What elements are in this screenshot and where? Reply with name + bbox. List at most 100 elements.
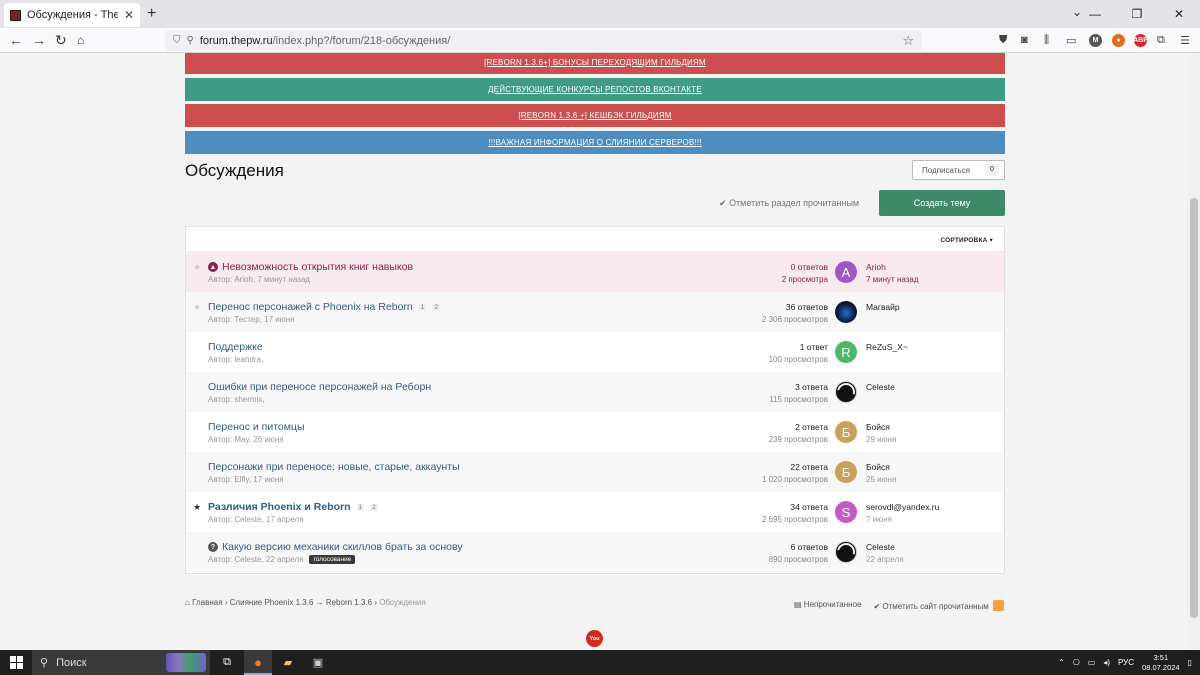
reload-icon[interactable]: ↻ xyxy=(55,32,67,49)
avatar[interactable] xyxy=(835,381,857,403)
breadcrumb-home[interactable]: Главная xyxy=(192,598,222,607)
task-view-icon[interactable]: ⧉ xyxy=(219,654,235,670)
topic-row[interactable]: ★ ▲ Невозможность открытия книг навыков … xyxy=(186,252,1004,292)
avatar[interactable]: R xyxy=(835,341,857,363)
last-post-time[interactable]: 29 июня xyxy=(866,435,896,444)
topic-title-link[interactable]: Персонажи при переносе: новые, старые, а… xyxy=(208,461,460,473)
save-to-pocket-icon[interactable]: ◙ xyxy=(1021,34,1028,46)
sort-label: СОРТИРОВКА xyxy=(940,237,988,244)
view-count: 2 306 просмотров xyxy=(761,315,828,324)
mark-site-read-link[interactable]: ✔ Отметить сайт прочитанным xyxy=(873,598,1005,611)
clock[interactable]: 3:51 08.07.2024 xyxy=(1142,653,1180,673)
page-link[interactable]: 2 xyxy=(432,303,440,311)
network-icon[interactable]: ⎔ xyxy=(1073,658,1080,667)
topic-row[interactable]: Ошибки при переносе персонажей на Реборн… xyxy=(186,372,1004,412)
restore-icon[interactable]: ❐ xyxy=(1116,0,1158,28)
mark-forum-read-link[interactable]: ✔ Отметить раздел прочитанным xyxy=(719,198,859,209)
breadcrumb-parent[interactable]: Слияние Phoenix 1.3.6 → Reborn 1.3.6 xyxy=(230,598,372,607)
follow-button[interactable]: Подписаться 0 xyxy=(912,160,1005,180)
back-icon[interactable]: ← xyxy=(9,32,23,48)
page-scrollbar[interactable] xyxy=(1188,53,1200,650)
sidebar-icon[interactable]: ▭ xyxy=(1066,34,1076,47)
avatar[interactable]: S xyxy=(835,501,857,523)
bookmark-star-icon[interactable]: ☆ xyxy=(902,33,914,49)
taskbar-search[interactable]: ⚲ Поиск xyxy=(32,650,210,675)
account-icon[interactable]: M xyxy=(1089,34,1102,47)
topic-row[interactable]: ★ Перенос персонажей с Phoenix на Reborn… xyxy=(186,292,1004,332)
create-topic-button[interactable]: Создать тему xyxy=(879,190,1005,216)
terminal-icon[interactable]: ▣ xyxy=(310,654,326,670)
topic-row[interactable]: Персонажи при переносе: новые, старые, а… xyxy=(186,452,1004,492)
topic-row[interactable]: ? Какую версию механики скиллов брать за… xyxy=(186,532,1004,572)
shield-icon[interactable]: ⛉ xyxy=(173,35,181,46)
tray-overflow-icon[interactable]: ⌃ xyxy=(1058,658,1065,667)
last-poster-name[interactable]: ReZuS_X~ xyxy=(866,342,908,352)
adblock-icon[interactable]: ABP xyxy=(1133,34,1148,47)
avatar[interactable] xyxy=(835,541,857,563)
unread-link[interactable]: ▤ Непрочитанное xyxy=(794,600,861,609)
topic-title-link[interactable]: Перенос и питомцы xyxy=(208,421,305,433)
avatar[interactable]: Б xyxy=(835,461,857,483)
last-poster-name[interactable]: Бойся xyxy=(866,422,896,432)
url-bar[interactable]: ⛉ ⚲ forum.thepw.ru/index.php?/forum/218-… xyxy=(165,30,922,51)
notice-cashback[interactable]: [REBORN 1.3.6 +] КЕШБЭК ГИЛЬДИЯМ xyxy=(185,104,1005,127)
youtube-icon[interactable]: You xyxy=(586,630,603,647)
scrollbar-thumb[interactable] xyxy=(1190,198,1198,618)
avatar[interactable]: Б xyxy=(835,421,857,443)
last-poster-name[interactable]: Arioh xyxy=(866,262,919,272)
close-tab-icon[interactable]: ✕ xyxy=(124,8,134,22)
topic-title-link[interactable]: ? Какую версию механики скиллов брать за… xyxy=(208,541,463,553)
page-link[interactable]: 1 xyxy=(418,303,427,311)
firefox-icon[interactable]: ● xyxy=(250,654,266,670)
topic-title-link[interactable]: ▲ Невозможность открытия книг навыков xyxy=(208,261,413,273)
battery-icon[interactable]: ▭ xyxy=(1088,658,1096,667)
notifications-icon[interactable]: ▯ xyxy=(1188,658,1192,667)
start-windows-icon[interactable] xyxy=(10,656,23,669)
topic-author-text: Автор: Celeste, 22 апреля xyxy=(208,555,304,564)
notice-repost-contests[interactable]: ДЕЙСТВУЮЩИЕ КОНКУРСЫ РЕПОСТОВ ВКОНТАКТЕ xyxy=(185,78,1005,101)
topic-row[interactable]: Перенос и питомцы Автор: May, 26 июня 2 … xyxy=(186,412,1004,452)
close-window-icon[interactable]: ✕ xyxy=(1158,0,1200,28)
topic-title-link[interactable]: Различия Phoenix и Reborn 12 xyxy=(208,501,378,513)
home-icon[interactable]: ⌂ xyxy=(77,33,84,47)
check-icon: ✔ xyxy=(719,198,727,208)
topic-stats: 34 ответа 2 695 просмотров xyxy=(762,502,828,524)
topic-title-link[interactable]: Перенос персонажей с Phoenix на Reborn 1… xyxy=(208,301,440,313)
rss-icon[interactable] xyxy=(993,600,1005,611)
new-tab-button[interactable]: + xyxy=(147,5,156,23)
topic-title-link[interactable]: Поддержке xyxy=(208,341,263,353)
extension-fox-icon[interactable]: ● xyxy=(1112,34,1125,47)
browser-tab[interactable]: Обсуждения - ThePW [1.3.6+/ ✕ xyxy=(4,3,140,27)
page-link[interactable]: 1 xyxy=(356,503,365,511)
topic-row[interactable]: ★ Различия Phoenix и Reborn 12 Автор: Ce… xyxy=(186,492,1004,532)
last-poster-name[interactable]: Celeste xyxy=(866,542,904,552)
last-poster-name[interactable]: Бойся xyxy=(866,462,896,472)
last-post-time[interactable]: 7 минут назад xyxy=(866,275,919,284)
volume-icon[interactable]: ◂) xyxy=(1103,658,1110,667)
notice-server-merge[interactable]: !!!ВАЖНАЯ ИНФОРМАЦИЯ О СЛИЯНИИ СЕРВЕРОВ!… xyxy=(185,131,1005,154)
page-link[interactable]: 2 xyxy=(370,503,378,511)
topic-title-link[interactable]: Ошибки при переносе персонажей на Реборн xyxy=(208,381,431,393)
sort-dropdown[interactable]: СОРТИРОВКА ▾ xyxy=(940,236,993,244)
avatar[interactable]: A xyxy=(835,261,857,283)
topic-stats: 0 ответов 2 просмотра xyxy=(782,262,828,284)
page-info-icon[interactable]: ⚲ xyxy=(187,35,194,46)
notice-guild-bonus[interactable]: [REBORN 1.3.6+] БОНУСЫ ПЕРЕХОДЯЩИМ ГИЛЬД… xyxy=(185,53,1005,74)
extensions-icon[interactable]: ⧉ xyxy=(1157,34,1165,47)
last-post-time[interactable]: 7 июня xyxy=(866,515,939,524)
file-explorer-icon[interactable]: ▰ xyxy=(280,654,296,670)
last-post-time[interactable]: 25 июня xyxy=(866,475,896,484)
library-icon[interactable]: ⫼ xyxy=(1044,34,1049,47)
menu-icon[interactable]: ☰ xyxy=(1180,34,1190,47)
last-poster-name[interactable]: Магвайр xyxy=(866,302,900,312)
forward-icon[interactable]: → xyxy=(32,32,46,48)
check-icon: ✔ xyxy=(873,602,881,611)
pocket-icon[interactable]: ⛊ xyxy=(999,34,1007,47)
avatar[interactable] xyxy=(835,301,857,323)
last-post-time[interactable]: 22 апреля xyxy=(866,555,904,564)
last-poster-name[interactable]: Celeste xyxy=(866,382,895,392)
last-poster-name[interactable]: serovdl@yandex.ru xyxy=(866,502,939,512)
input-language[interactable]: РУС xyxy=(1118,658,1134,667)
minimize-icon[interactable]: — xyxy=(1074,0,1116,28)
topic-row[interactable]: Поддержке Автор: leandra, 1 ответ 100 пр… xyxy=(186,332,1004,372)
